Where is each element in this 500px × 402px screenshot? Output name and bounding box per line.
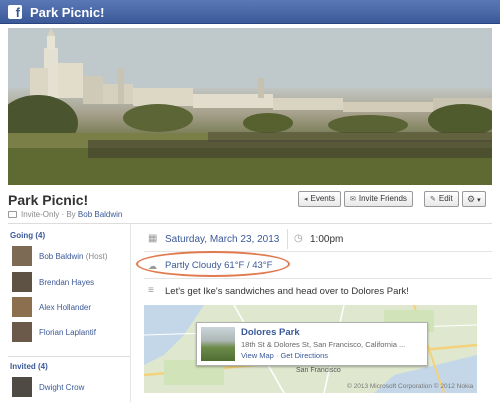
details-divider: [144, 278, 492, 279]
guest-name[interactable]: Dwight Crow: [39, 383, 84, 392]
host-tag: (Host): [83, 252, 108, 261]
get-directions-link[interactable]: Get Directions: [280, 351, 328, 360]
place-thumbnail[interactable]: [201, 327, 235, 361]
event-subtitle: Invite-Only · By Bob Baldwin: [8, 210, 122, 219]
weather-highlight-oval: [136, 251, 290, 277]
avatar[interactable]: [12, 297, 32, 317]
view-map-link[interactable]: View Map: [241, 351, 274, 360]
going-header[interactable]: Going (4): [10, 231, 45, 240]
location-map[interactable]: San Francisco Dolores Park 18th St & Dol…: [144, 305, 477, 393]
invite-friends-button[interactable]: ✉ Invite Friends: [344, 191, 413, 207]
lock-icon: [8, 211, 17, 218]
avatar[interactable]: [12, 246, 32, 266]
guest-item[interactable]: Florian Laplantif: [12, 322, 127, 342]
clock-icon: ◷: [294, 233, 303, 244]
event-title: Park Picnic!: [8, 192, 89, 208]
sidebar-separator: [130, 224, 131, 402]
top-bar: f Park Picnic!: [0, 0, 500, 24]
privacy-label: Invite-Only: [21, 210, 60, 219]
sidebar-divider: [8, 356, 130, 357]
map-links: View Map · Get Directions: [241, 351, 328, 360]
description-icon: ≡: [148, 285, 154, 296]
map-city-label: San Francisco: [296, 367, 341, 374]
gear-icon: ⚙: [467, 194, 476, 204]
edit-button-label: Edit: [438, 194, 453, 203]
settings-button[interactable]: ⚙ ▾: [462, 191, 486, 207]
events-button[interactable]: ◂ Events: [298, 191, 341, 207]
by-prefix: · By: [59, 210, 78, 219]
calendar-icon: ▦: [148, 233, 158, 244]
guest-name[interactable]: Brendan Hayes: [39, 278, 94, 287]
invite-button-label: Invite Friends: [358, 194, 407, 203]
guest-item[interactable]: Brendan Hayes: [12, 272, 127, 292]
event-time: 1:00pm: [310, 234, 344, 245]
place-name[interactable]: Dolores Park: [241, 327, 300, 338]
date-time-separator: [287, 229, 288, 249]
guest-item[interactable]: Dwight Crow: [12, 377, 127, 397]
map-copyright: © 2013 Microsoft Corporation © 2012 Noki…: [347, 383, 474, 390]
place-card[interactable]: Dolores Park 18th St & Dolores St, San F…: [196, 322, 428, 366]
guest-name[interactable]: Bob Baldwin: [39, 252, 83, 261]
avatar[interactable]: [12, 272, 32, 292]
guest-name[interactable]: Florian Laplantif: [39, 328, 96, 337]
back-arrow-icon: ◂: [304, 196, 308, 203]
envelope-icon: ✉: [350, 196, 356, 203]
edit-button[interactable]: ✎ Edit: [424, 191, 459, 207]
event-description: Let's get Ike's sandwiches and head over…: [165, 286, 409, 297]
invited-header[interactable]: Invited (4): [10, 362, 48, 371]
avatar[interactable]: [12, 377, 32, 397]
facebook-logo[interactable]: f: [8, 5, 22, 19]
chevron-down-icon: ▾: [477, 197, 481, 204]
header-divider: [8, 223, 492, 224]
guest-item[interactable]: Bob Baldwin (Host): [12, 246, 127, 266]
topbar-title: Park Picnic!: [30, 5, 105, 20]
pencil-icon: ✎: [430, 196, 436, 203]
host-link[interactable]: Bob Baldwin: [78, 210, 122, 219]
cover-photo: [8, 28, 492, 185]
guest-name[interactable]: Alex Hollander: [39, 303, 91, 312]
event-date[interactable]: Saturday, March 23, 2013: [165, 234, 279, 245]
guest-item[interactable]: Alex Hollander: [12, 297, 127, 317]
avatar[interactable]: [12, 322, 32, 342]
place-address: 18th St & Dolores St, San Francisco, Cal…: [241, 340, 406, 349]
events-button-label: Events: [310, 194, 335, 203]
